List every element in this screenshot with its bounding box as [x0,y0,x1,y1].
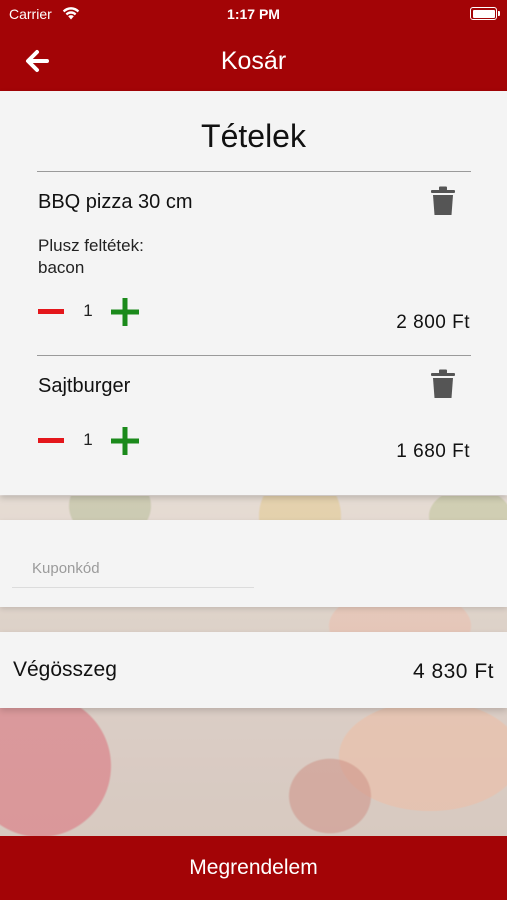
delete-item-trash-icon[interactable] [430,186,456,216]
decrease-quantity-button[interactable] [38,299,64,325]
decrease-quantity-button[interactable] [38,428,64,454]
item-price: 1 680 Ft [396,441,470,462]
place-order-button[interactable]: Megrendelem [0,836,507,900]
coupon-card [0,520,507,607]
items-heading: Tételek [201,118,306,154]
divider [37,355,471,356]
page-title: Kosár [220,47,287,75]
app-header: Carrier 1:17 PM Kosár [0,0,507,91]
cart-item-name: BBQ pizza 30 cm [38,191,193,213]
cart-items-card: Tételek BBQ pizza 30 cm Plusz feltétek: … [0,91,507,495]
status-bar: Carrier 1:17 PM [0,0,507,28]
total-label: Végösszeg [13,658,117,681]
quantity-value: 1 [83,301,93,320]
total-card: Végösszeg 4 830 Ft [0,632,507,708]
cart-item-name: Sajtburger [38,375,131,397]
item-price: 2 800 Ft [396,312,470,333]
status-time: 1:17 PM [227,6,280,22]
divider [37,171,471,172]
total-value: 4 830 Ft [412,660,494,683]
delete-item-trash-icon[interactable] [430,369,456,399]
coupon-code-input[interactable] [12,550,254,588]
quantity-value: 1 [83,430,93,449]
extras-label: Plusz feltétek: [38,236,144,255]
battery-icon [470,7,500,20]
increase-quantity-button[interactable] [111,427,139,455]
extras-value: bacon [38,258,85,277]
increase-quantity-button[interactable] [111,298,139,326]
